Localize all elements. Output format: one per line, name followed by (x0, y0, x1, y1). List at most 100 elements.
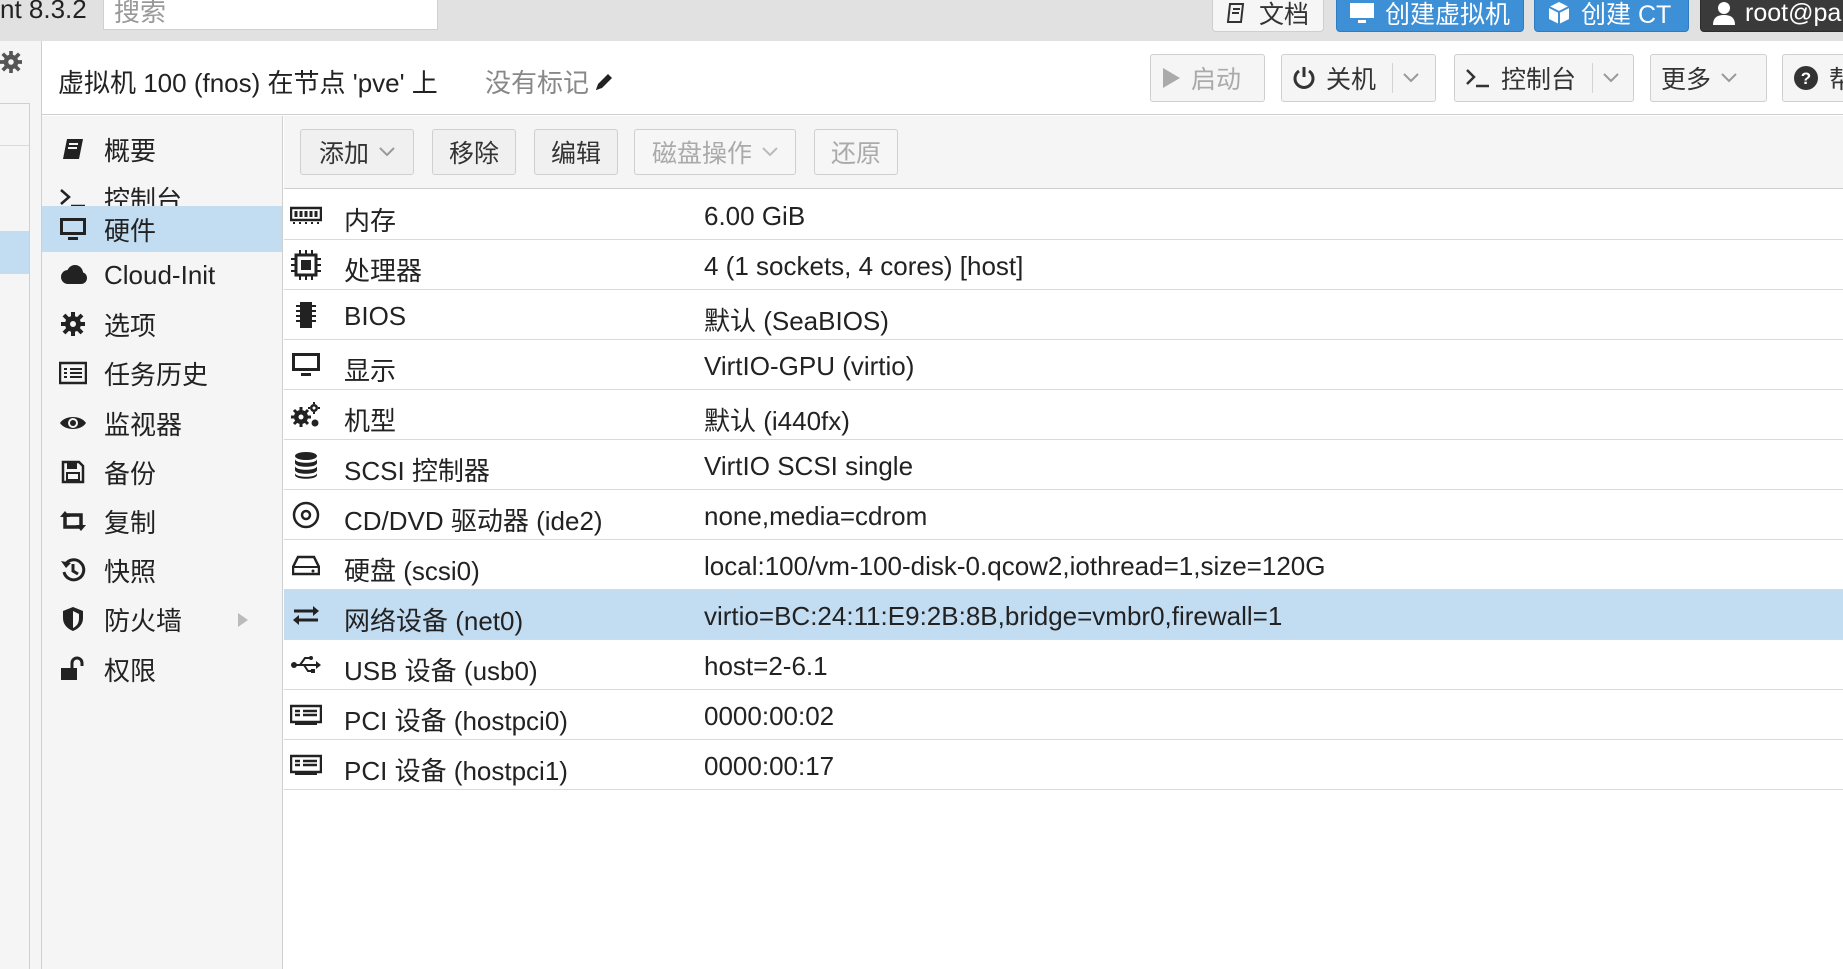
table-row[interactable]: 显示 VirtIO-GPU (virtio) (284, 340, 1843, 390)
table-row[interactable]: SCSI 控制器 VirtIO SCSI single (284, 440, 1843, 490)
pci-icon (290, 699, 322, 731)
hardware-table: 内存 6.00 GiB 处理器 4 (1 sockets, 4 cores) [… (284, 190, 1843, 790)
hardware-toolbar: 添加 移除 编辑 磁盘操作 还原 (284, 116, 1843, 189)
user-menu-button[interactable]: root@pa (1700, 0, 1843, 32)
chevron-down-icon (1721, 73, 1737, 83)
list-icon (58, 358, 88, 388)
nav-item-label: 概要 (104, 135, 157, 166)
console-button[interactable]: 控制台 (1454, 54, 1634, 102)
nav-item-cloud-init[interactable]: Cloud-Init (42, 252, 282, 298)
remove-button[interactable]: 移除 (432, 129, 516, 175)
book-icon (1226, 3, 1245, 23)
cdrom-icon (290, 499, 322, 531)
nav-item-firewall[interactable]: 防火墙 (42, 596, 282, 642)
nav-item-options[interactable]: 选项 (42, 301, 282, 347)
pencil-icon[interactable] (593, 71, 615, 93)
resource-tree (0, 41, 42, 969)
add-button[interactable]: 添加 (300, 129, 414, 175)
shutdown-label: 关机 (1326, 66, 1377, 94)
product-version: nt 8.3.2 (0, 0, 87, 24)
more-label: 更多 (1661, 66, 1712, 94)
table-row[interactable]: 内存 6.00 GiB (284, 190, 1843, 240)
start-button[interactable]: 启动 (1150, 54, 1265, 102)
tree-selected-node[interactable] (0, 231, 29, 274)
tags-editor[interactable]: 没有标记 (485, 63, 615, 100)
question-icon: ? (1794, 66, 1818, 90)
table-row[interactable]: 硬盘 (scsi0) local:100/vm-100-disk-0.qcow2… (284, 540, 1843, 590)
nav-item-replication[interactable]: 复制 (42, 498, 282, 544)
add-label: 添加 (318, 140, 369, 168)
play-icon (1163, 68, 1180, 88)
user-icon (1713, 2, 1735, 25)
table-row[interactable]: USB 设备 (usb0) host=2-6.1 (284, 640, 1843, 690)
docs-label: 文档 (1259, 1, 1310, 29)
chevron-down-icon[interactable] (1403, 73, 1419, 83)
caret-right-icon[interactable] (237, 612, 249, 628)
revert-button[interactable]: 还原 (814, 129, 898, 175)
desktop-icon (1350, 3, 1374, 23)
create-ct-label: 创建 CT (1581, 1, 1672, 29)
harddisk-icon (290, 549, 322, 581)
cube-icon (1548, 2, 1570, 24)
nav-item-label: 备份 (104, 458, 157, 489)
vm-nav-menu: 概要 控制台 硬件 Cloud-Init 选项 任务历史 监视器 备份 复制 快… (42, 116, 283, 969)
top-bar: nt 8.3.2 搜索 文档 创建虚拟机 创建 CT root@pa (0, 0, 1843, 41)
shield-icon (58, 604, 88, 634)
page-title: 虚拟机 100 (fnos) 在节点 'pve' 上 (58, 68, 438, 98)
nav-item-snapshots[interactable]: 快照 (42, 547, 282, 593)
desktop-icon (58, 214, 88, 244)
nav-item-backup[interactable]: 备份 (42, 449, 282, 495)
create-ct-button[interactable]: 创建 CT (1534, 0, 1689, 32)
tree-divider (0, 103, 29, 104)
memory-icon (290, 199, 322, 231)
help-button[interactable]: ? 帮 (1782, 54, 1843, 102)
table-row[interactable]: 处理器 4 (1 sockets, 4 cores) [host] (284, 240, 1843, 290)
vm-header: 虚拟机 100 (fnos) 在节点 'pve' 上 没有标记 启动 关机 控制… (42, 41, 1843, 115)
nav-item-task-history[interactable]: 任务历史 (42, 350, 282, 396)
nav-item-label: 任务历史 (104, 359, 209, 390)
table-row-selected[interactable]: 网络设备 (net0) virtio=BC:24:11:E9:2B:8B,bri… (284, 590, 1843, 640)
chevron-down-icon (379, 147, 395, 157)
start-label: 启动 (1191, 66, 1242, 94)
table-row[interactable]: CD/DVD 驱动器 (ide2) none,media=cdrom (284, 490, 1843, 540)
nav-item-label: 选项 (104, 310, 157, 341)
chevron-down-icon (762, 147, 778, 157)
create-vm-button[interactable]: 创建虚拟机 (1336, 0, 1524, 32)
tree-divider (0, 145, 29, 146)
nav-item-hardware[interactable]: 硬件 (42, 206, 282, 252)
nav-item-label: 硬件 (104, 215, 157, 246)
book-icon (58, 134, 88, 164)
console-label: 控制台 (1501, 66, 1577, 94)
user-label: root@pa (1745, 0, 1842, 27)
network-exchange-icon (290, 599, 322, 631)
table-row[interactable]: PCI 设备 (hostpci1) 0000:00:17 (284, 740, 1843, 790)
search-input[interactable]: 搜索 (103, 0, 438, 30)
table-row[interactable]: PCI 设备 (hostpci0) 0000:00:02 (284, 690, 1843, 740)
gear-icon[interactable] (0, 51, 22, 73)
nav-item-monitor[interactable]: 监视器 (42, 400, 282, 446)
help-label: 帮 (1829, 66, 1843, 94)
table-row[interactable]: BIOS 默认 (SeaBIOS) (284, 290, 1843, 340)
nav-item-label: 复制 (104, 507, 157, 538)
nav-item-label: 监视器 (104, 409, 183, 440)
nav-item-label: Cloud-Init (104, 259, 216, 290)
disk-action-button[interactable]: 磁盘操作 (634, 129, 796, 175)
usb-icon (290, 649, 322, 681)
nav-item-permissions[interactable]: 权限 (42, 646, 282, 692)
history-icon (58, 555, 88, 585)
shutdown-button[interactable]: 关机 (1281, 54, 1436, 102)
more-button[interactable]: 更多 (1650, 54, 1767, 102)
table-row[interactable]: 机型 默认 (i440fx) (284, 390, 1843, 440)
database-icon (290, 449, 322, 481)
display-icon (290, 349, 322, 381)
unlock-icon (58, 654, 88, 684)
chevron-down-icon[interactable] (1603, 73, 1619, 83)
pci-icon (290, 749, 322, 781)
edit-button[interactable]: 编辑 (534, 129, 618, 175)
terminal-icon (1466, 69, 1489, 88)
nav-item-summary[interactable]: 概要 (42, 126, 282, 172)
nav-item-label: 权限 (104, 655, 157, 686)
gear-icon (58, 309, 88, 339)
docs-button[interactable]: 文档 (1212, 0, 1324, 32)
microchip-icon (290, 299, 322, 331)
